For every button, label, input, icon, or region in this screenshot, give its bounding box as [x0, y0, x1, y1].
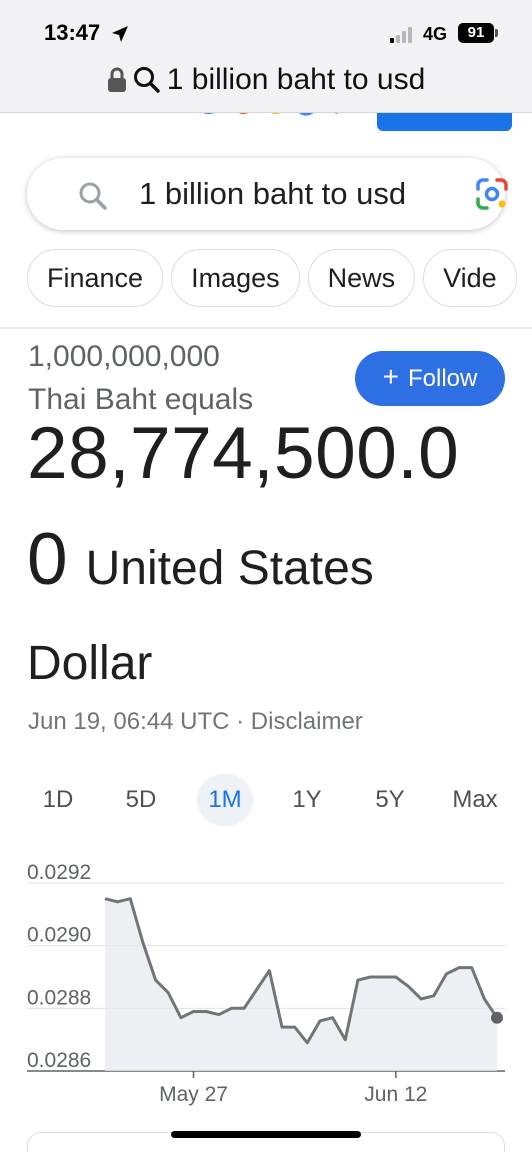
range-tab-1d[interactable]: 1D	[30, 774, 86, 826]
range-tab-max[interactable]: Max	[445, 774, 505, 826]
chart-area-fill	[105, 898, 497, 1071]
plus-icon: +	[382, 360, 399, 392]
converted-amount-tail: 0	[27, 519, 68, 600]
converted-amount: 28,774,500.0	[27, 413, 460, 494]
search-box[interactable]: 1 billion baht to usd	[27, 158, 508, 230]
battery-tip	[495, 29, 498, 37]
x-tick-label: May 27	[159, 1083, 228, 1106]
home-indicator	[171, 1131, 361, 1138]
chart-range-tabs: 1D 5D 1M 1Y 5Y Max	[17, 774, 517, 826]
search-input[interactable]: 1 billion baht to usd	[139, 176, 406, 212]
range-tab-1m[interactable]: 1M	[197, 774, 253, 826]
chip-images[interactable]: Images	[171, 249, 300, 307]
battery-icon: 91	[458, 23, 494, 43]
cellular-signal-icon	[390, 27, 412, 43]
address-url: 1 billion baht to usd	[166, 63, 426, 96]
converted-amount-continued: 0 United States	[27, 518, 374, 601]
target-currency-label: United States	[85, 542, 374, 595]
google-lens-icon[interactable]	[475, 177, 509, 211]
rate-timestamp[interactable]: Jun 19, 06:44 UTC · Disclaimer	[28, 708, 363, 736]
location-arrow-icon	[112, 26, 128, 42]
exchange-rate-chart[interactable]: 0.0292 0.0290 0.0288 0.0286 May 27 Jun 12	[0, 860, 532, 1120]
address-bar[interactable]: 1 billion baht to usd	[0, 58, 532, 102]
chip-finance[interactable]: Finance	[27, 249, 164, 307]
x-tick-label: Jun 12	[364, 1083, 427, 1106]
section-divider	[0, 327, 532, 329]
source-amount: 1,000,000,000	[28, 340, 220, 373]
address-search-icon	[133, 67, 160, 93]
follow-label: Follow	[408, 364, 478, 392]
search-filter-chips: Finance Images News Vide	[27, 249, 532, 309]
chip-videos[interactable]: Vide	[423, 249, 517, 307]
status-time: 13:47	[44, 20, 101, 45]
network-type: 4G	[423, 24, 448, 44]
chip-news[interactable]: News	[307, 249, 416, 307]
y-tick-label: 0.0292	[27, 861, 91, 884]
follow-button[interactable]: + Follow	[355, 351, 505, 406]
range-tab-1y[interactable]: 1Y	[279, 774, 335, 826]
chart-last-point	[491, 1011, 503, 1024]
search-icon	[79, 182, 107, 210]
browser-top-bar: 13:47 4G 91 1 billion baht to usd	[0, 0, 532, 113]
lock-icon	[107, 67, 126, 92]
y-tick-label: 0.0286	[27, 1049, 91, 1072]
target-currency-label-continued: Dollar	[27, 637, 153, 690]
y-tick-label: 0.0288	[27, 986, 91, 1009]
range-tab-5y[interactable]: 5Y	[362, 774, 418, 826]
y-tick-label: 0.0290	[27, 924, 91, 947]
range-tab-5d[interactable]: 5D	[113, 774, 169, 826]
status-bar: 13:47 4G 91	[0, 0, 532, 60]
